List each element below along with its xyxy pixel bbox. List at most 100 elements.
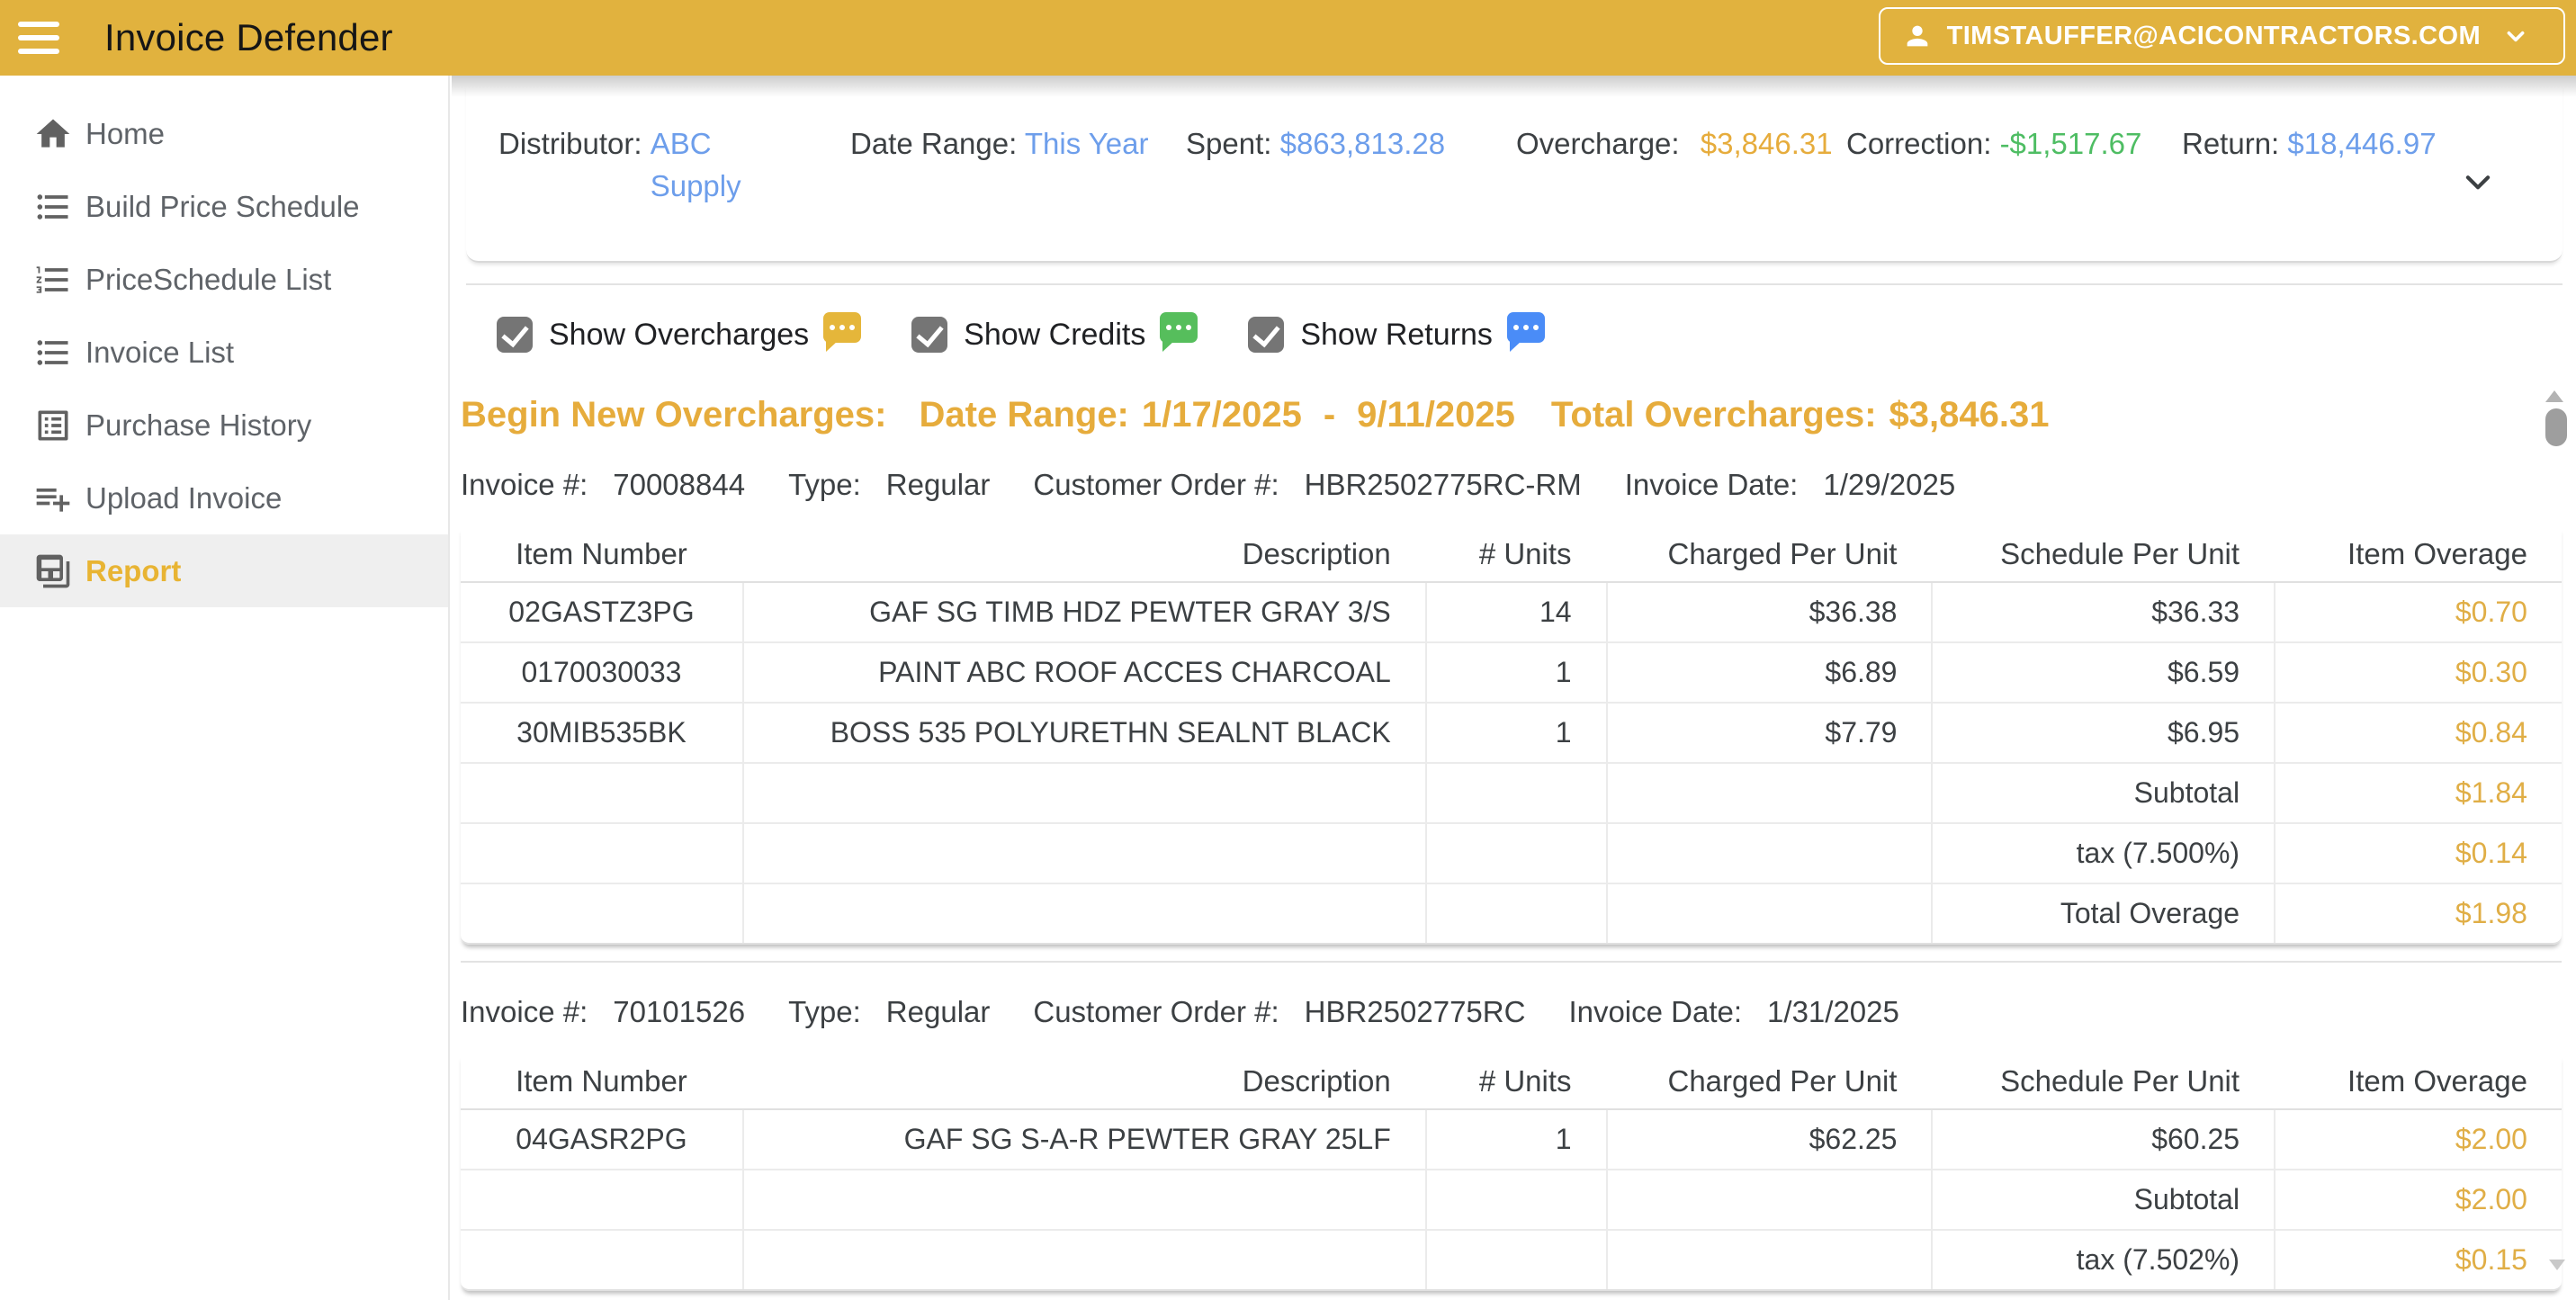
app-bar: Invoice Defender TIMSTAUFFER@ACICONTRACT… [0,0,2576,76]
sidebar-item-build-price-schedule[interactable]: Build Price Schedule [0,170,448,243]
sidebar-item-purchase-history[interactable]: Purchase History [0,389,448,462]
invoice-date-label: Invoice Date: [1625,468,1799,501]
toggle-show-credits: Show Credits [911,317,1198,353]
cell-schedule-per-unit: Total Overage [1931,884,2274,943]
filter-spent: Spent: $863,813.28 [1186,122,1516,207]
cell-item-overage: $2.00 [2274,1170,2562,1229]
cell-description: PAINT ABC ROOF ACCES CHARCOAL [742,643,1425,702]
heading-dash: - [1324,395,1335,435]
cell-schedule-per-unit: Subtotal [1931,764,2274,822]
cell-item-number [461,764,742,822]
cell-charged-per-unit: $6.89 [1606,643,1932,702]
cell-schedule-per-unit: tax (7.502%) [1931,1231,2274,1289]
sidebar-item-label: Upload Invoice [85,481,282,516]
sidebar-item-label: Home [85,117,165,151]
sidebar-item-label: PriceSchedule List [85,263,331,297]
sidebar-item-priceschedule-list[interactable]: PriceSchedule List [0,243,448,316]
expand-filters-button[interactable] [2458,162,2498,202]
cell-charged-per-unit: $7.79 [1606,704,1932,762]
customer-order-number: HBR2502775RC-RM [1305,468,1582,501]
return-label: Return: [2182,127,2279,160]
invoice-date: 1/29/2025 [1823,468,1955,501]
cell-charged-per-unit [1606,884,1932,943]
bulleted-list-icon [31,185,75,229]
table-row: tax (7.500%) $0.14 [461,824,2562,884]
invoice-type: Regular [886,468,991,501]
cell-units [1425,1170,1606,1229]
heading-date-from: 1/17/2025 [1142,395,1302,435]
column-header: # Units [1425,527,1606,581]
show-overcharges-checkbox[interactable] [497,317,533,353]
correction-value: -$1,517.67 [2000,127,2142,160]
column-header: Schedule Per Unit [1931,527,2274,581]
filter-correction: Correction: -$1,517.67 [1846,122,2182,207]
date-range-label: Date Range: [850,127,1017,160]
show-returns-checkbox[interactable] [1248,317,1284,353]
line-items-table: Item NumberDescription# UnitsCharged Per… [461,1054,2562,1291]
divider [466,283,2563,285]
filter-return: Return: $18,446.97 [2182,122,2437,207]
cell-item-overage: $0.70 [2274,583,2562,641]
comment-bubble-icon[interactable] [1160,312,1198,343]
scroll-up-arrow-icon[interactable] [2545,390,2563,402]
invoice-number-label: Invoice #: [461,468,588,501]
cell-schedule-per-unit: $36.33 [1931,583,2274,641]
cell-units: 14 [1425,583,1606,641]
menu-icon[interactable] [18,22,59,54]
cell-units: 1 [1425,643,1606,702]
app-title: Invoice Defender [104,16,393,59]
cell-item-number [461,1231,742,1289]
cell-description: GAF SG TIMB HDZ PEWTER GRAY 3/S [742,583,1425,641]
user-email: TIMSTAUFFER@ACICONTRACTORS.COM [1947,22,2481,51]
chevron-down-icon [2461,165,2495,199]
sidebar-item-report[interactable]: Report [0,534,448,607]
main-content: Distributor: ABC Supply Date Range: This… [452,76,2576,1300]
comment-bubble-icon[interactable] [823,312,861,343]
user-menu-button[interactable]: TIMSTAUFFER@ACICONTRACTORS.COM [1879,7,2565,65]
cell-units: 1 [1425,1110,1606,1169]
show-credits-checkbox[interactable] [911,317,947,353]
toggle-label: Show Overcharges [549,318,809,353]
scrollbar-thumb[interactable] [2545,408,2567,446]
cell-description [742,1170,1425,1229]
sidebar-item-home[interactable]: Home [0,97,448,170]
table-row: tax (7.502%) $0.15 [461,1231,2562,1291]
toggle-show-returns: Show Returns [1248,317,1545,353]
cell-item-overage: $2.00 [2274,1110,2562,1169]
invoice-meta: Invoice #:70008844Type:RegularCustomer O… [461,468,2562,502]
toggle-label: Show Returns [1300,318,1493,353]
invoice-type: Regular [886,995,991,1028]
bulleted-list-icon [31,331,75,374]
numbered-list-icon [31,258,75,301]
cell-item-number [461,824,742,883]
cell-item-number: 30MIB535BK [461,704,742,762]
heading-date-to: 9/11/2025 [1357,395,1515,435]
overcharge-value: $3,846.31 [1701,127,1833,160]
scroll-down-arrow-icon[interactable] [2549,1260,2565,1270]
cell-units [1425,1231,1606,1289]
invoice-date-label: Invoice Date: [1568,995,1742,1028]
sidebar-item-invoice-list[interactable]: Invoice List [0,316,448,389]
date-range-value-link[interactable]: This Year [1025,127,1149,160]
customer-order-label: Customer Order #: [1033,995,1279,1028]
cell-charged-per-unit: $36.38 [1606,583,1932,641]
distributor-value-link[interactable]: ABC Supply [651,122,757,207]
heading-title: Begin New Overcharges: [461,395,887,435]
table-row: Subtotal $1.84 [461,764,2562,824]
column-header: Item Number [461,1054,742,1108]
table-header-row: Item NumberDescription# UnitsCharged Per… [461,1054,2562,1110]
line-items-table: Item NumberDescription# UnitsCharged Per… [461,527,2562,945]
cell-units [1425,764,1606,822]
sidebar-item-label: Report [85,554,181,588]
column-header: Description [742,527,1425,581]
filter-overcharge: Overcharge: $3,846.31 [1516,122,1846,207]
filter-row: Distributor: ABC Supply Date Range: This… [498,122,2455,207]
comment-bubble-icon[interactable] [1507,312,1545,343]
cell-item-overage: $1.84 [2274,764,2562,822]
cell-charged-per-unit [1606,1170,1932,1229]
cell-description [742,884,1425,943]
column-header: Item Number [461,527,742,581]
sidebar-item-upload-invoice[interactable]: Upload Invoice [0,462,448,534]
heading-total-label: Total Overcharges: [1551,395,1877,435]
sidebar-item-label: Purchase History [85,408,311,443]
